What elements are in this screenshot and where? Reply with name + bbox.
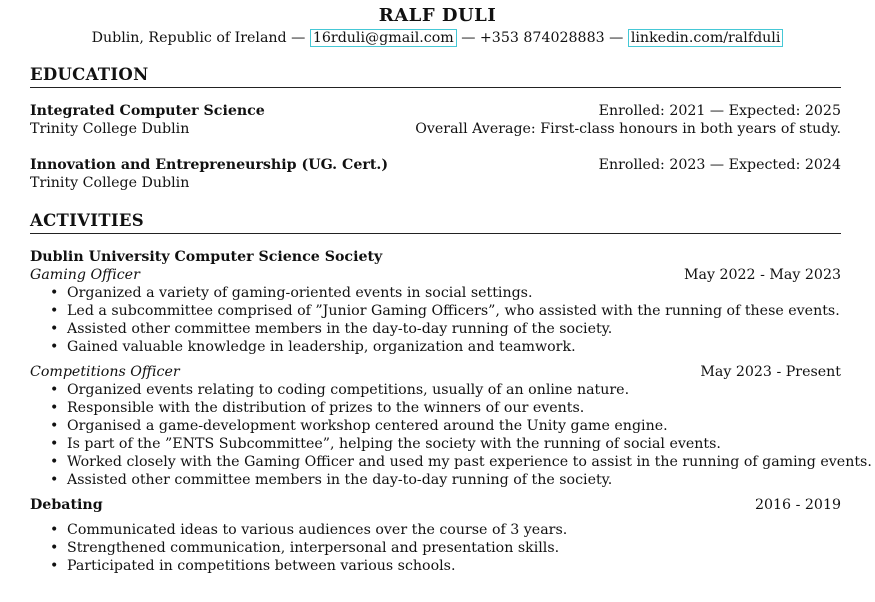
separator: — (286, 30, 310, 46)
phone: +353 874028883 (479, 30, 605, 46)
role-dates: May 2023 - Present (700, 364, 841, 380)
education-note: Overall Average: First-class honours in … (415, 121, 841, 137)
school-name: Trinity College Dublin (30, 121, 190, 137)
activity-dates: 2016 - 2019 (754, 497, 841, 513)
activities-section: ACTIVITIES Dublin University Computer Sc… (30, 211, 872, 575)
role-block-gaming: Gaming Officer May 2022 - May 2023 Organ… (30, 266, 841, 356)
education-entry-header: Innovation and Entrepreneurship (UG. Cer… (30, 156, 841, 174)
role-title: Gaming Officer (30, 267, 140, 283)
role-title: Competitions Officer (30, 364, 180, 380)
list-item: Led a subcommittee comprised of ”Junior … (50, 302, 841, 320)
role-dates: May 2022 - May 2023 (683, 267, 841, 283)
list-item: Worked closely with the Gaming Officer a… (50, 453, 872, 471)
separator: — (604, 30, 628, 46)
activity-title: Debating (30, 497, 103, 513)
education-entry-detail: Trinity College Dublin Overall Average: … (30, 120, 841, 138)
section-title-education: EDUCATION (30, 65, 841, 88)
role-header: Competitions Officer May 2023 - Present (30, 363, 841, 381)
role-block-competitions: Competitions Officer May 2023 - Present … (30, 363, 872, 489)
school-name: Trinity College Dublin (30, 175, 190, 191)
contact-line: Dublin, Republic of Ireland — 16rduli@gm… (0, 29, 875, 47)
list-item: Organized events relating to coding comp… (50, 381, 841, 399)
list-item: Is part of the ”ENTS Subcommittee”, help… (50, 435, 841, 453)
education-dates: Enrolled: 2023 — Expected: 2024 (598, 157, 841, 173)
education-dates: Enrolled: 2021 — Expected: 2025 (598, 103, 841, 119)
education-entry: Innovation and Entrepreneurship (UG. Cer… (30, 156, 841, 192)
list-item: Assisted other committee members in the … (50, 471, 841, 489)
debating-bullets: Communicated ideas to various audiences … (30, 521, 841, 575)
role-bullets: Organized events relating to coding comp… (30, 381, 872, 489)
linkedin-link[interactable]: linkedin.com/ralfduli (627, 29, 784, 47)
candidate-name: RALF DULI (378, 5, 497, 26)
education-entry: Integrated Computer Science Enrolled: 20… (30, 102, 841, 138)
list-item: Communicated ideas to various audiences … (50, 521, 841, 539)
list-item: Assisted other committee members in the … (50, 320, 841, 338)
location: Dublin, Republic of Ireland (91, 30, 287, 46)
resume-header: RALF DULI Dublin, Republic of Ireland — … (0, 0, 875, 47)
list-item: Strengthened communication, interpersona… (50, 539, 841, 557)
debating-header: Debating 2016 - 2019 (30, 496, 841, 514)
list-item: Participated in competitions between var… (50, 557, 841, 575)
list-item: Organized a variety of gaming-oriented e… (50, 284, 841, 302)
education-entry-detail: Trinity College Dublin (30, 174, 841, 192)
education-entry-header: Integrated Computer Science Enrolled: 20… (30, 102, 841, 120)
role-header: Gaming Officer May 2022 - May 2023 (30, 266, 841, 284)
list-item: Responsible with the distribution of pri… (50, 399, 841, 417)
section-title-activities: ACTIVITIES (30, 211, 841, 234)
resume-page: RALF DULI Dublin, Republic of Ireland — … (0, 0, 875, 602)
role-bullets: Organized a variety of gaming-oriented e… (30, 284, 841, 356)
separator: — (456, 30, 480, 46)
organization-name: Dublin University Computer Science Socie… (30, 249, 383, 265)
degree-title: Innovation and Entrepreneurship (UG. Cer… (30, 157, 389, 173)
degree-title: Integrated Computer Science (30, 103, 265, 119)
education-section: EDUCATION Integrated Computer Science En… (30, 65, 841, 192)
email-link[interactable]: 16rduli@gmail.com (309, 29, 457, 47)
list-item: Gained valuable knowledge in leadership,… (50, 338, 841, 356)
debating-block: Debating 2016 - 2019 Communicated ideas … (30, 496, 841, 575)
list-item: Organised a game-development workshop ce… (50, 417, 841, 435)
